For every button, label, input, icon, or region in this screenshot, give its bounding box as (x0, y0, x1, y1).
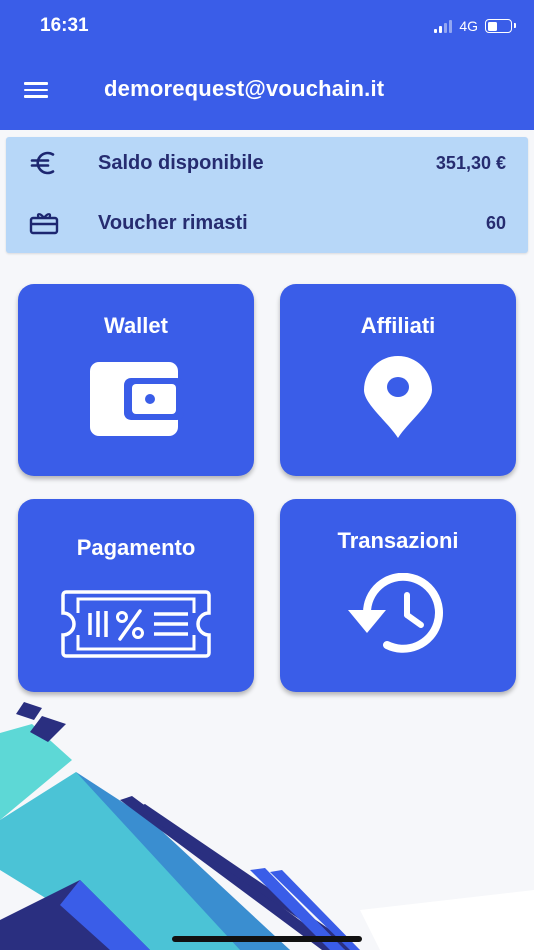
vouchers-row: Voucher rimasti 60 (6, 203, 528, 243)
gift-card-icon (28, 207, 60, 239)
payment-tile-label: Pagamento (76, 535, 196, 560)
history-clock-icon (280, 573, 516, 653)
map-pin-icon (280, 356, 516, 440)
status-time: 16:31 (40, 15, 89, 36)
app-header: 16:31 4G demorequest@vouchain.it (0, 0, 534, 130)
payment-tile[interactable]: Pagamento (18, 499, 254, 692)
wallet-tile[interactable]: Wallet (18, 284, 254, 476)
network-type: 4G (459, 18, 478, 34)
balance-value: 351,30 € (435, 152, 506, 173)
signal-icon (434, 19, 453, 33)
account-email: demorequest@vouchain.it (104, 76, 385, 101)
home-indicator[interactable] (172, 936, 362, 942)
transactions-tile-label: Transazioni (337, 528, 459, 553)
balance-row: Saldo disponibile 351,30 € (6, 143, 528, 183)
decorative-background (0, 702, 534, 950)
hamburger-menu-icon[interactable] (24, 82, 48, 98)
wallet-tile-label: Wallet (104, 313, 168, 338)
vouchers-label: Voucher rimasti (98, 211, 248, 234)
summary-card: Saldo disponibile 351,30 € Voucher rimas… (6, 137, 528, 253)
affiliates-tile[interactable]: Affiliati (280, 284, 516, 476)
vouchers-value: 60 (485, 212, 506, 233)
status-bar: 16:31 4G (0, 0, 534, 52)
status-indicators: 4G (434, 17, 516, 35)
balance-label: Saldo disponibile (98, 151, 264, 174)
voucher-ticket-icon (18, 589, 254, 659)
battery-icon (485, 19, 516, 33)
affiliates-tile-label: Affiliati (360, 313, 436, 338)
euro-icon (28, 147, 60, 179)
transactions-tile[interactable]: Transazioni (280, 499, 516, 692)
wallet-icon (18, 360, 254, 438)
